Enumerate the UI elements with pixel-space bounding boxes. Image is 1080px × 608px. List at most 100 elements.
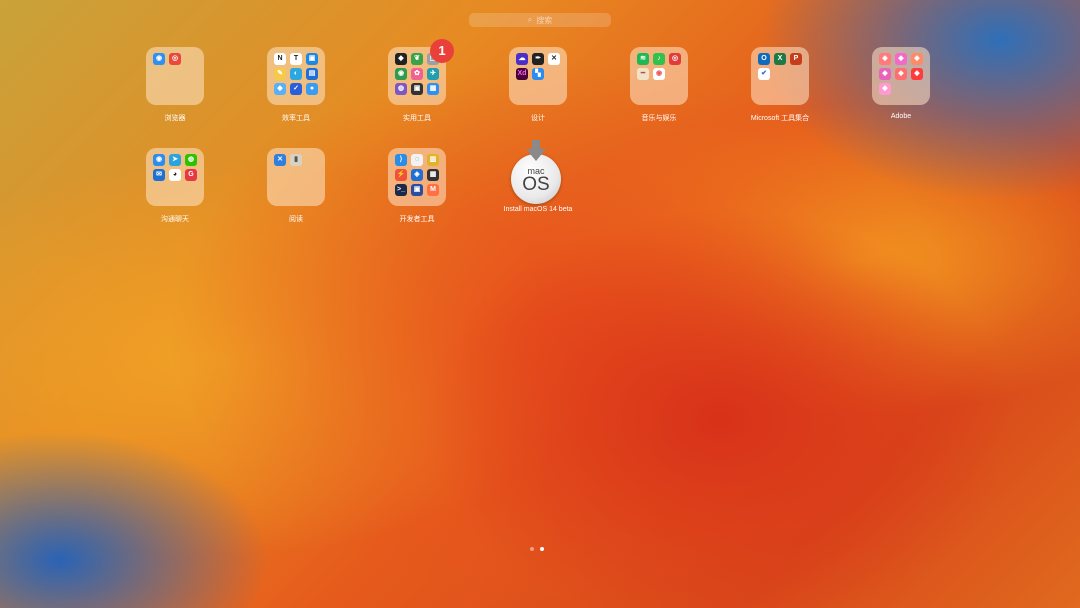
folder-label: 阅读 xyxy=(289,216,303,223)
app-icon-beige: ━ xyxy=(637,68,649,80)
launchpad-folder[interactable]: N T ▣ ✎ ◐ ▤ ◆ ✓ ● 效率工具 xyxy=(246,47,346,123)
app-icon-dark: ▦ xyxy=(427,169,439,181)
figma-icon: ✕ xyxy=(548,53,560,65)
folder-label: Microsoft 工具集合 xyxy=(750,115,810,122)
launchpad-folder[interactable]: ◉ ➤ ◍ ✉ ◕ G 沟通聊天 xyxy=(125,148,225,224)
disc-label-os: OS xyxy=(522,174,550,195)
magnifier-icon: ⌕ xyxy=(527,15,533,24)
app-icon-navy: ✉ xyxy=(153,169,165,181)
folder-label: 设计 xyxy=(531,115,545,122)
adobe-app-icon: ◆ xyxy=(879,53,891,65)
music-green-icon: ♪ xyxy=(653,53,665,65)
app-label: Install macOS 14 beta xyxy=(503,206,573,213)
app-icon-pink: ✿ xyxy=(411,68,423,80)
app-icon-orange: M xyxy=(427,184,439,196)
app-icon-navy: ▣ xyxy=(411,184,423,196)
folder-icon: ◉ ◎ xyxy=(146,47,204,105)
powerpoint-icon: P xyxy=(790,53,802,65)
swift-icon: ⚡ xyxy=(395,169,407,181)
launchpad-folder[interactable]: ⟩ ◌ ▥ ⚡ ◈ ▦ >_ ▣ M 开发者工具 xyxy=(367,148,467,224)
launchpad-folder[interactable]: ≋ ♪ ◎ ━ ◉ 音乐与娱乐 xyxy=(609,47,709,123)
folder-icon: ◆❦▢◉✿✈◍▣▦1 xyxy=(388,39,454,105)
app-icon-teal: ✈ xyxy=(427,68,439,80)
app-icon-yellow: ▥ xyxy=(427,154,439,166)
folder-icon: ✕ ▮ xyxy=(267,148,325,206)
app-icon-red: G xyxy=(185,169,197,181)
adobe-app-icon: ◆ xyxy=(879,83,891,95)
typora-icon: T xyxy=(290,53,302,65)
pen-tool-icon: ✒ xyxy=(532,53,544,65)
folder-label: 音乐与娱乐 xyxy=(641,115,677,122)
app-icon-blue: ◈ xyxy=(411,169,423,181)
install-macos-app[interactable]: mac OS Install macOS 14 beta xyxy=(488,140,588,213)
folder-icon: ≋ ♪ ◎ ━ ◉ xyxy=(630,47,688,105)
folder-label: 浏览器 xyxy=(164,115,186,122)
app-icon-purple: ◍ xyxy=(395,83,407,95)
app-icon-cyan: ◐ xyxy=(290,68,302,80)
launchpad-folder[interactable]: ◉ ◎ 浏览器 xyxy=(125,47,225,123)
xd-icon: Xd xyxy=(516,68,528,80)
telegram-icon: ➤ xyxy=(169,154,181,166)
outlook-icon: O xyxy=(758,53,770,65)
adobe-app-icon: ◆ xyxy=(879,68,891,80)
terminal-icon: >_ xyxy=(395,184,407,196)
pencil-icon: ✎ xyxy=(274,68,286,80)
folder-icon: ◆ ◆ ◆ ◆ ◆ ◆ ◆ xyxy=(872,47,930,105)
adobe-app-icon: ◆ xyxy=(895,68,907,80)
page-dot-2[interactable] xyxy=(540,547,544,551)
app-icon-dark: ▣ xyxy=(411,83,423,95)
app-icon-white: ◌ xyxy=(411,154,423,166)
qq-icon: ◕ xyxy=(169,169,181,181)
app-icon-blue: ◉ xyxy=(153,154,165,166)
folder-icon: O X P ✔ xyxy=(751,47,809,105)
launchpad-screen: ⌕ 搜索 ◉◎浏览器NT▣✎◐▤◆✓●效率工具◆❦▢◉✿✈◍▣▦1实用工具☁✒✕… xyxy=(0,0,1080,608)
launchpad-folder[interactable]: ◆❦▢◉✿✈◍▣▦1实用工具 xyxy=(367,39,467,123)
search-field[interactable]: ⌕ 搜索 xyxy=(469,13,611,27)
macos-installer-icon: mac OS xyxy=(509,140,567,204)
notion-icon: N xyxy=(274,53,286,65)
folder-icon: ☁ ✒ ✕ Xd ▚ xyxy=(509,47,567,105)
app-icon-green: ◉ xyxy=(395,68,407,80)
shield-icon: ◆ xyxy=(395,53,407,65)
excel-icon: X xyxy=(774,53,786,65)
chrome-icon: ◎ xyxy=(169,53,181,65)
app-icon-blue: ✕ xyxy=(274,154,286,166)
wechat-icon: ◍ xyxy=(185,154,197,166)
adobe-app-icon: ◆ xyxy=(911,68,923,80)
app-icon-lightblue: ◆ xyxy=(274,83,286,95)
folder-label: Adobe xyxy=(890,113,912,120)
folder-label: 沟通聊天 xyxy=(161,216,189,223)
spotify-icon: ≋ xyxy=(637,53,649,65)
creative-cloud-icon: ☁ xyxy=(516,53,528,65)
app-icon-blue: ▣ xyxy=(306,53,318,65)
folder-label: 开发者工具 xyxy=(399,216,435,223)
book-icon: ▮ xyxy=(290,154,302,166)
launchpad-folder[interactable]: O X P ✔ Microsoft 工具集合 xyxy=(730,47,830,123)
page-indicator xyxy=(530,547,544,551)
folder-label: 效率工具 xyxy=(282,115,310,122)
adobe-app-icon: ◆ xyxy=(895,53,907,65)
folder-icon: ⟩ ◌ ▥ ⚡ ◈ ▦ >_ ▣ M xyxy=(388,148,446,206)
netease-music-icon: ◎ xyxy=(669,53,681,65)
leaf-icon: ❦ xyxy=(411,53,423,65)
todo-icon: ✔ xyxy=(758,68,770,80)
adobe-app-icon: ◆ xyxy=(911,53,923,65)
vscode-icon: ⟩ xyxy=(395,154,407,166)
search-placeholder: 搜索 xyxy=(536,15,553,25)
launchpad-folder[interactable]: ◆ ◆ ◆ ◆ ◆ ◆ ◆ Adobe xyxy=(851,47,951,120)
app-icon-navy: ✓ xyxy=(290,83,302,95)
launchpad-folder[interactable]: ✕ ▮ 阅读 xyxy=(246,148,346,224)
folder-label: 实用工具 xyxy=(403,115,431,122)
app-icon-sky: ● xyxy=(306,83,318,95)
folder-icon: ◉ ➤ ◍ ✉ ◕ G xyxy=(146,148,204,206)
notification-badge: 1 xyxy=(430,39,454,63)
launchpad-folder[interactable]: ☁ ✒ ✕ Xd ▚ 设计 xyxy=(488,47,588,123)
app-icon-blue2: ▤ xyxy=(306,68,318,80)
app-icon-blue: ▚ xyxy=(532,68,544,80)
folder-icon: N T ▣ ✎ ◐ ▤ ◆ ✓ ● xyxy=(267,47,325,105)
page-dot-1[interactable] xyxy=(530,547,534,551)
app-icon-blue: ▦ xyxy=(427,83,439,95)
download-arrow-icon xyxy=(526,140,546,161)
safari-icon: ◉ xyxy=(153,53,165,65)
app-icon-white: ◉ xyxy=(653,68,665,80)
